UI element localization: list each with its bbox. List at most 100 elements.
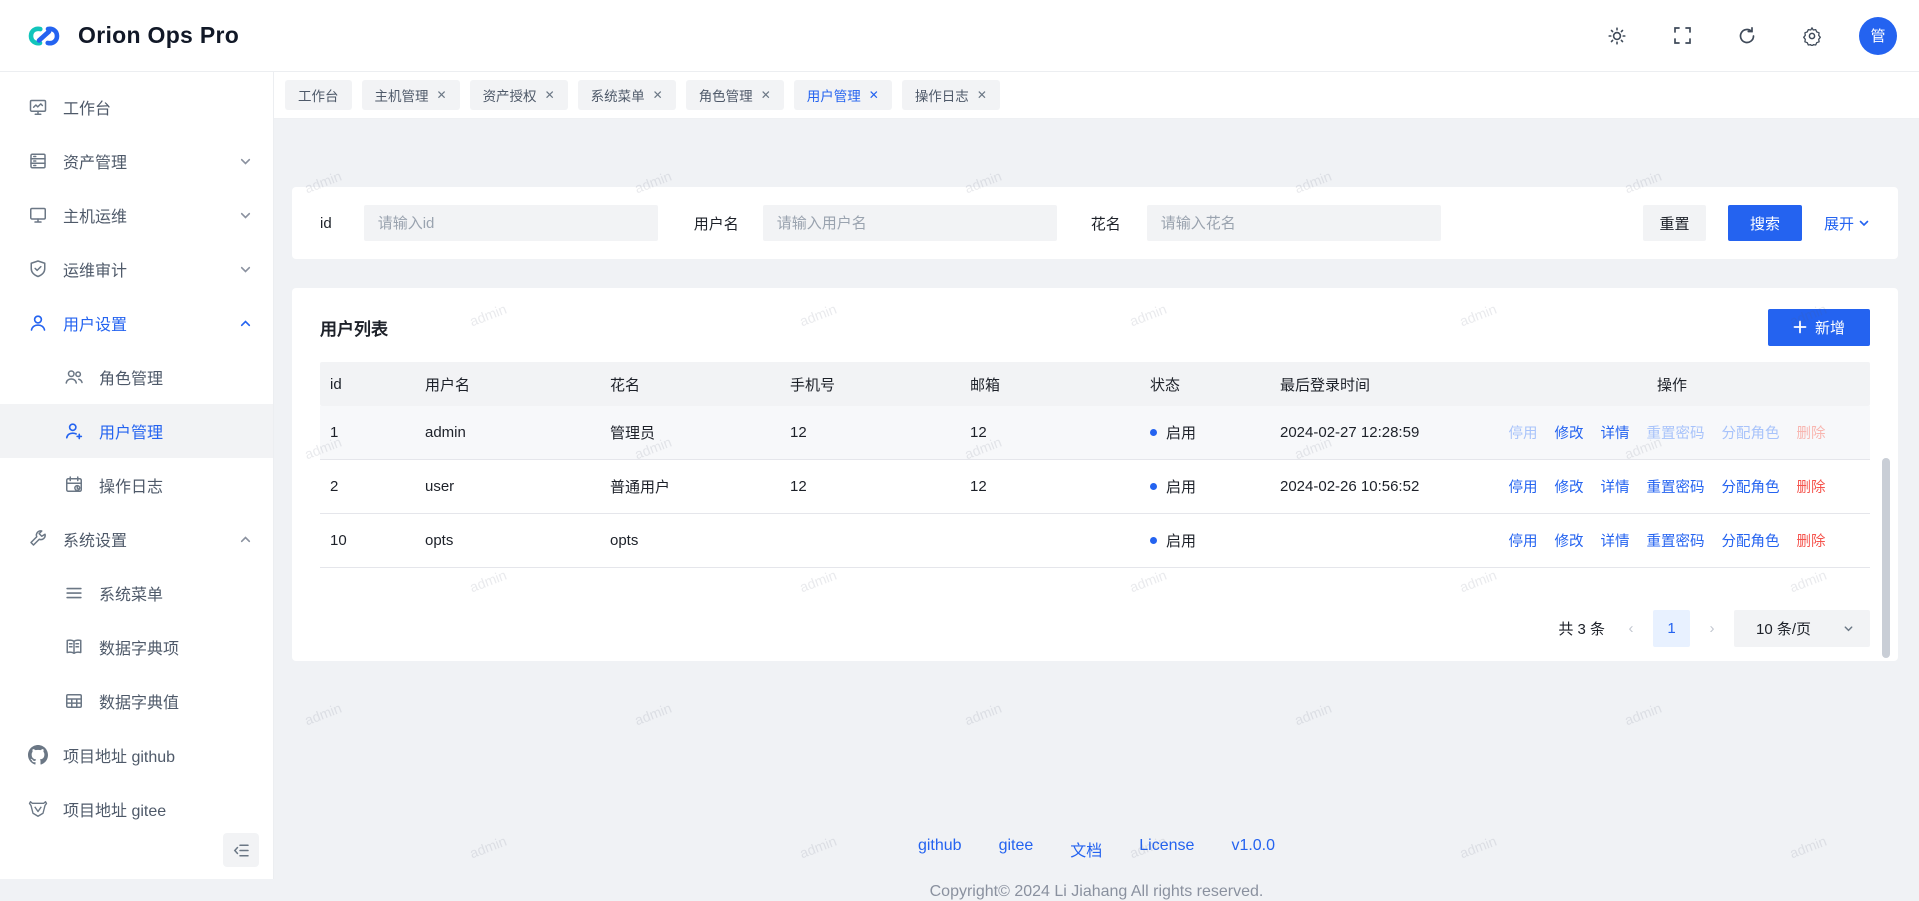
tab-操作日志[interactable]: 操作日志✕ <box>902 80 1000 110</box>
reset-button[interactable]: 重置 <box>1643 205 1706 241</box>
assign-role-link: 分配角色 <box>1722 422 1780 443</box>
tab-系统菜单[interactable]: 系统菜单✕ <box>578 80 676 110</box>
sidebar-item-label: 运维审计 <box>63 257 127 281</box>
user-add-icon <box>64 421 84 441</box>
cell-phone: 12 <box>780 424 960 441</box>
sidebar-item-运维审计[interactable]: 运维审计 <box>0 242 273 296</box>
refresh-icon[interactable] <box>1729 18 1765 54</box>
search-input-id[interactable] <box>364 205 658 241</box>
row-actions: 停用修改详情重置密码分配角色删除 <box>1490 422 1870 443</box>
close-tab-icon[interactable]: ✕ <box>437 89 447 101</box>
column-header-用户名: 用户名 <box>415 374 600 395</box>
reset-password-link[interactable]: 重置密码 <box>1647 476 1705 497</box>
edit-link[interactable]: 修改 <box>1555 422 1584 443</box>
tab-label: 用户管理 <box>807 85 861 105</box>
search-input-用户名[interactable] <box>763 205 1057 241</box>
tab-用户管理[interactable]: 用户管理 ✕ <box>794 80 892 110</box>
tab-主机管理[interactable]: 主机管理✕ <box>362 80 460 110</box>
sidebar-collapse-icon[interactable] <box>223 833 259 867</box>
footer-link-github[interactable]: github <box>918 837 962 861</box>
footer-link-v1.0.0[interactable]: v1.0.0 <box>1231 837 1275 861</box>
audit-icon <box>28 259 48 279</box>
expand-toggle[interactable]: 展开 <box>1824 213 1870 234</box>
log-icon <box>64 475 84 495</box>
sidebar-item-角色管理[interactable]: 角色管理 <box>0 350 273 404</box>
next-page-icon[interactable]: › <box>1704 620 1720 637</box>
assign-role-link[interactable]: 分配角色 <box>1722 530 1780 551</box>
assign-role-link[interactable]: 分配角色 <box>1722 476 1780 497</box>
menu-lines-icon <box>64 583 84 603</box>
sidebar-item-操作日志[interactable]: 操作日志 <box>0 458 273 512</box>
disable-link[interactable]: 停用 <box>1509 476 1538 497</box>
detail-link[interactable]: 详情 <box>1601 530 1630 551</box>
page-number[interactable]: 1 <box>1653 610 1690 647</box>
close-tab-icon[interactable]: ✕ <box>869 89 879 101</box>
table-scrollbar[interactable] <box>1882 458 1890 658</box>
cell-id: 2 <box>320 478 415 495</box>
search-field-label: 花名 <box>1091 213 1121 234</box>
main-area: 工作台主机管理✕资产授权✕系统菜单✕角色管理✕用户管理✕操作日志✕ admina… <box>274 72 1919 879</box>
disable-link[interactable]: 停用 <box>1509 530 1538 551</box>
sidebar-item-系统设置[interactable]: 系统设置 <box>0 512 273 566</box>
settings-gear-icon[interactable] <box>1794 18 1830 54</box>
sidebar-item-label: 角色管理 <box>99 365 163 389</box>
search-input-花名[interactable] <box>1147 205 1441 241</box>
delete-link[interactable]: 删除 <box>1797 476 1826 497</box>
tab-label: 资产授权 <box>483 85 537 105</box>
sidebar-item-项目地址 gitee[interactable]: 项目地址 gitee <box>0 782 273 836</box>
close-tab-icon[interactable]: ✕ <box>545 89 555 101</box>
add-user-button[interactable]: 新增 <box>1768 309 1870 346</box>
app-logo-icon <box>24 16 64 56</box>
sidebar-item-数据字典项[interactable]: 数据字典项 <box>0 620 273 674</box>
close-tab-icon[interactable]: ✕ <box>977 89 987 101</box>
close-tab-icon[interactable]: ✕ <box>761 89 771 101</box>
detail-link[interactable]: 详情 <box>1601 422 1630 443</box>
sidebar-item-用户管理[interactable]: 用户管理 <box>0 404 273 458</box>
status-dot-icon <box>1150 483 1157 490</box>
tab-工作台[interactable]: 工作台 <box>285 80 352 110</box>
footer-link-License[interactable]: License <box>1139 837 1194 861</box>
detail-link[interactable]: 详情 <box>1601 476 1630 497</box>
search-field-label: 用户名 <box>694 213 739 234</box>
status-dot-icon <box>1150 429 1157 436</box>
footer-link-文档[interactable]: 文档 <box>1070 837 1102 861</box>
tab-资产授权[interactable]: 资产授权 ✕ <box>470 80 568 110</box>
tab-角色管理[interactable]: 角色管理✕ <box>686 80 784 110</box>
sidebar-item-label: 项目地址 github <box>63 743 175 767</box>
sidebar-item-资产管理[interactable]: 资产管理 <box>0 134 273 188</box>
host-icon <box>28 205 48 225</box>
cell-username: opts <box>415 532 600 549</box>
prev-page-icon[interactable]: ‹ <box>1623 620 1639 637</box>
sidebar-item-工作台[interactable]: 工作台 <box>0 80 273 134</box>
search-button[interactable]: 搜索 <box>1728 205 1802 241</box>
cell-last-login: 2024-02-26 10:56:52 <box>1270 478 1490 495</box>
sidebar-item-用户设置[interactable]: 用户设置 <box>0 296 273 350</box>
user-avatar[interactable]: 管 <box>1859 17 1897 55</box>
delete-link: 删除 <box>1797 422 1826 443</box>
column-header-手机号: 手机号 <box>780 374 960 395</box>
edit-link[interactable]: 修改 <box>1555 476 1584 497</box>
page-size-select[interactable]: 10 条/页 <box>1734 610 1870 647</box>
theme-icon[interactable] <box>1599 18 1635 54</box>
table-header: id用户名花名手机号邮箱状态最后登录时间操作 <box>320 362 1870 406</box>
sidebar-item-label: 资产管理 <box>63 149 127 173</box>
fullscreen-icon[interactable] <box>1664 18 1700 54</box>
sidebar-item-label: 用户管理 <box>99 419 163 443</box>
edit-link[interactable]: 修改 <box>1555 530 1584 551</box>
sidebar-item-项目地址 github[interactable]: 项目地址 github <box>0 728 273 782</box>
cell-last-login: 2024-02-27 12:28:59 <box>1270 424 1490 441</box>
sidebar-item-主机运维[interactable]: 主机运维 <box>0 188 273 242</box>
app-header: Orion Ops Pro 管 <box>0 0 1919 72</box>
reset-password-link[interactable]: 重置密码 <box>1647 530 1705 551</box>
cell-email: 12 <box>960 478 1140 495</box>
footer-link-gitee[interactable]: gitee <box>999 837 1034 861</box>
sidebar: 工作台资产管理主机运维运维审计用户设置角色管理用户管理操作日志系统设置系统菜单数… <box>0 72 274 879</box>
close-tab-icon[interactable]: ✕ <box>653 89 663 101</box>
status-text: 启用 <box>1166 422 1196 443</box>
sidebar-item-数据字典值[interactable]: 数据字典值 <box>0 674 273 728</box>
sidebar-item-系统菜单[interactable]: 系统菜单 <box>0 566 273 620</box>
roles-icon <box>64 367 84 387</box>
disable-link: 停用 <box>1509 422 1538 443</box>
delete-link[interactable]: 删除 <box>1797 530 1826 551</box>
sidebar-item-label: 系统设置 <box>63 527 127 551</box>
